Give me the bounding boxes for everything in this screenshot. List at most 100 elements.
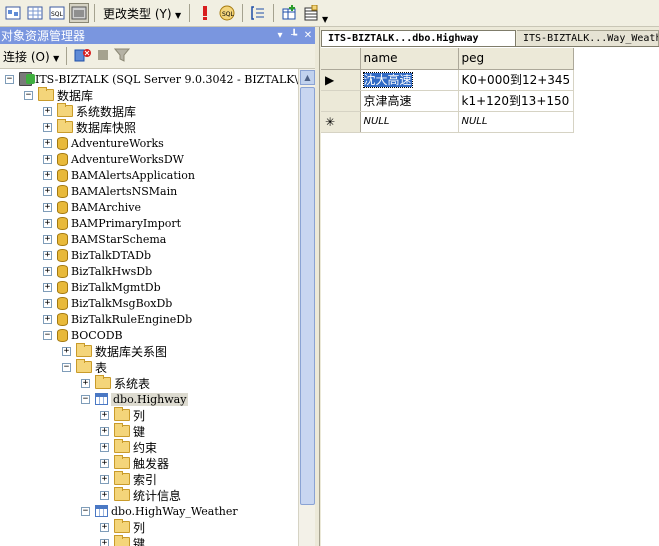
pane-splitter[interactable] — [315, 27, 320, 546]
expand-toggle-icon[interactable]: + — [100, 410, 109, 420]
tree-node[interactable]: + 键 — [100, 535, 145, 546]
close-icon[interactable]: ✕ — [301, 30, 315, 41]
show-sql-pane-button[interactable]: SQL — [47, 3, 67, 23]
tree-node[interactable]: + BizTalkDTADb — [43, 247, 151, 263]
tree-node[interactable]: − ITS-BIZTALK (SQL Server 9.0.3042 - BIZT… — [5, 71, 298, 87]
cell-name[interactable]: 京津高速 — [360, 90, 459, 112]
cell-peg[interactable]: k1+120到13+150 — [458, 90, 575, 112]
show-results-pane-button[interactable] — [69, 3, 89, 23]
tree-node[interactable]: + 列 — [100, 519, 145, 535]
tree-node[interactable]: + 数据库快照 — [43, 119, 136, 135]
expand-toggle-icon[interactable]: + — [100, 426, 109, 436]
table-row[interactable]: ▶ 沈大高速 K0+000到12+345 — [321, 69, 575, 91]
tree-node[interactable]: − dbo.HighWay_Weather — [81, 503, 238, 519]
expand-toggle-icon[interactable]: + — [100, 522, 109, 532]
cell-peg[interactable]: K0+000到12+345 — [458, 69, 575, 91]
table-row[interactable]: 京津高速 k1+120到13+150 — [321, 90, 575, 112]
expand-toggle-icon[interactable]: + — [100, 490, 109, 500]
tree-node[interactable]: + 列 — [100, 407, 145, 423]
tab-highway[interactable]: ITS-BIZTALK...dbo.Highway — [321, 30, 516, 46]
add-derived-table-button[interactable] — [301, 3, 321, 23]
verify-sql-button[interactable]: SQL — [217, 3, 237, 23]
expand-toggle-icon[interactable]: + — [43, 250, 52, 260]
expand-toggle-icon[interactable]: + — [43, 106, 52, 116]
collapse-toggle-icon[interactable]: − — [62, 362, 71, 372]
tree-node[interactable]: + 触发器 — [100, 455, 169, 471]
tab-highway-weather[interactable]: ITS-BIZTALK...Way_Weather — [517, 30, 659, 46]
cell-peg[interactable]: NULL — [458, 111, 575, 133]
cell-name[interactable]: NULL — [360, 111, 459, 133]
expand-toggle-icon[interactable]: + — [43, 154, 52, 164]
expand-toggle-icon[interactable]: + — [43, 266, 52, 276]
expand-toggle-icon[interactable]: + — [81, 378, 90, 388]
tree-node[interactable]: − dbo.Highway — [81, 391, 189, 407]
scroll-up-icon[interactable]: ▲ — [300, 70, 315, 85]
show-diagram-pane-button[interactable] — [3, 3, 23, 23]
tree-node[interactable]: + BAMPrimaryImport — [43, 215, 181, 231]
tree-node[interactable]: + AdventureWorks — [43, 135, 164, 151]
collapse-toggle-icon[interactable]: − — [5, 74, 14, 84]
scrollbar-thumb[interactable] — [300, 87, 315, 505]
tree-node[interactable]: − 表 — [62, 359, 107, 375]
expand-toggle-icon[interactable]: + — [62, 346, 71, 356]
column-header-name[interactable]: name — [360, 48, 459, 70]
expand-toggle-icon[interactable]: + — [43, 298, 52, 308]
chevron-down-icon[interactable]: ▼ — [322, 15, 328, 24]
window-position-icon[interactable]: ▾ — [273, 30, 287, 41]
tree-node[interactable]: + AdventureWorksDW — [43, 151, 184, 167]
add-table-button[interactable] — [279, 3, 299, 23]
column-header-peg[interactable]: peg — [458, 48, 575, 70]
filter-button[interactable] — [114, 47, 131, 66]
tree-node[interactable]: + BAMAlertsApplication — [43, 167, 195, 183]
verify-sql-icon: SQL — [219, 5, 235, 21]
execute-sql-button[interactable] — [195, 3, 215, 23]
tree-node[interactable]: + 统计信息 — [100, 487, 181, 503]
expand-toggle-icon[interactable]: + — [43, 218, 52, 228]
tree-node[interactable]: + 数据库关系图 — [62, 343, 167, 359]
row-header-corner[interactable] — [321, 48, 361, 70]
tree-node[interactable]: + BAMArchive — [43, 199, 141, 215]
expand-toggle-icon[interactable]: + — [43, 170, 52, 180]
tree-node[interactable]: + BAMAlertsNSMain — [43, 183, 177, 199]
tree-node[interactable]: + 系统数据库 — [43, 103, 136, 119]
table-row-new[interactable]: ✳ NULL NULL — [321, 111, 575, 133]
collapse-toggle-icon[interactable]: − — [43, 330, 52, 340]
tree-node[interactable]: + BizTalkRuleEngineDb — [43, 311, 192, 327]
tree-node[interactable]: − BOCODB — [43, 327, 123, 343]
pin-icon[interactable]: ┺ — [287, 30, 301, 41]
tree-node[interactable]: + BizTalkHwsDb — [43, 263, 152, 279]
tree-node[interactable]: + BizTalkMsgBoxDb — [43, 295, 172, 311]
change-type-dropdown[interactable]: 更改类型 (Y) ▼ — [100, 5, 184, 22]
expand-toggle-icon[interactable]: + — [43, 122, 52, 132]
row-marker[interactable] — [321, 90, 361, 112]
expand-toggle-icon[interactable]: + — [43, 186, 52, 196]
tree-node[interactable]: + BizTalkMgmtDb — [43, 279, 161, 295]
tree-node[interactable]: + 键 — [100, 423, 145, 439]
expand-toggle-icon[interactable]: + — [43, 138, 52, 148]
expand-toggle-icon[interactable]: + — [43, 234, 52, 244]
cell-name[interactable]: 沈大高速 — [360, 69, 459, 91]
expand-toggle-icon[interactable]: + — [100, 442, 109, 452]
tree-node[interactable]: + 索引 — [100, 471, 157, 487]
row-marker-new[interactable]: ✳ — [321, 111, 361, 133]
stop-button[interactable] — [96, 48, 110, 65]
tree-node[interactable]: + 系统表 — [81, 375, 150, 391]
collapse-toggle-icon[interactable]: − — [81, 506, 90, 516]
show-grid-pane-button[interactable] — [25, 3, 45, 23]
collapse-toggle-icon[interactable]: − — [81, 394, 90, 404]
tree-node[interactable]: + 约束 — [100, 439, 157, 455]
row-marker-current[interactable]: ▶ — [321, 69, 361, 91]
object-explorer-scrollbar[interactable]: ▲ — [298, 69, 315, 546]
expand-toggle-icon[interactable]: + — [43, 202, 52, 212]
expand-toggle-icon[interactable]: + — [100, 458, 109, 468]
collapse-toggle-icon[interactable]: − — [24, 90, 33, 100]
add-group-by-button[interactable] — [248, 3, 268, 23]
expand-toggle-icon[interactable]: + — [43, 314, 52, 324]
expand-toggle-icon[interactable]: + — [100, 538, 109, 546]
connect-dropdown[interactable]: 连接 (O) ▼ — [3, 48, 59, 65]
tree-node[interactable]: − 数据库 — [24, 87, 93, 103]
disconnect-button[interactable] — [74, 47, 92, 66]
expand-toggle-icon[interactable]: + — [43, 282, 52, 292]
tree-node[interactable]: + BAMStarSchema — [43, 231, 166, 247]
expand-toggle-icon[interactable]: + — [100, 474, 109, 484]
